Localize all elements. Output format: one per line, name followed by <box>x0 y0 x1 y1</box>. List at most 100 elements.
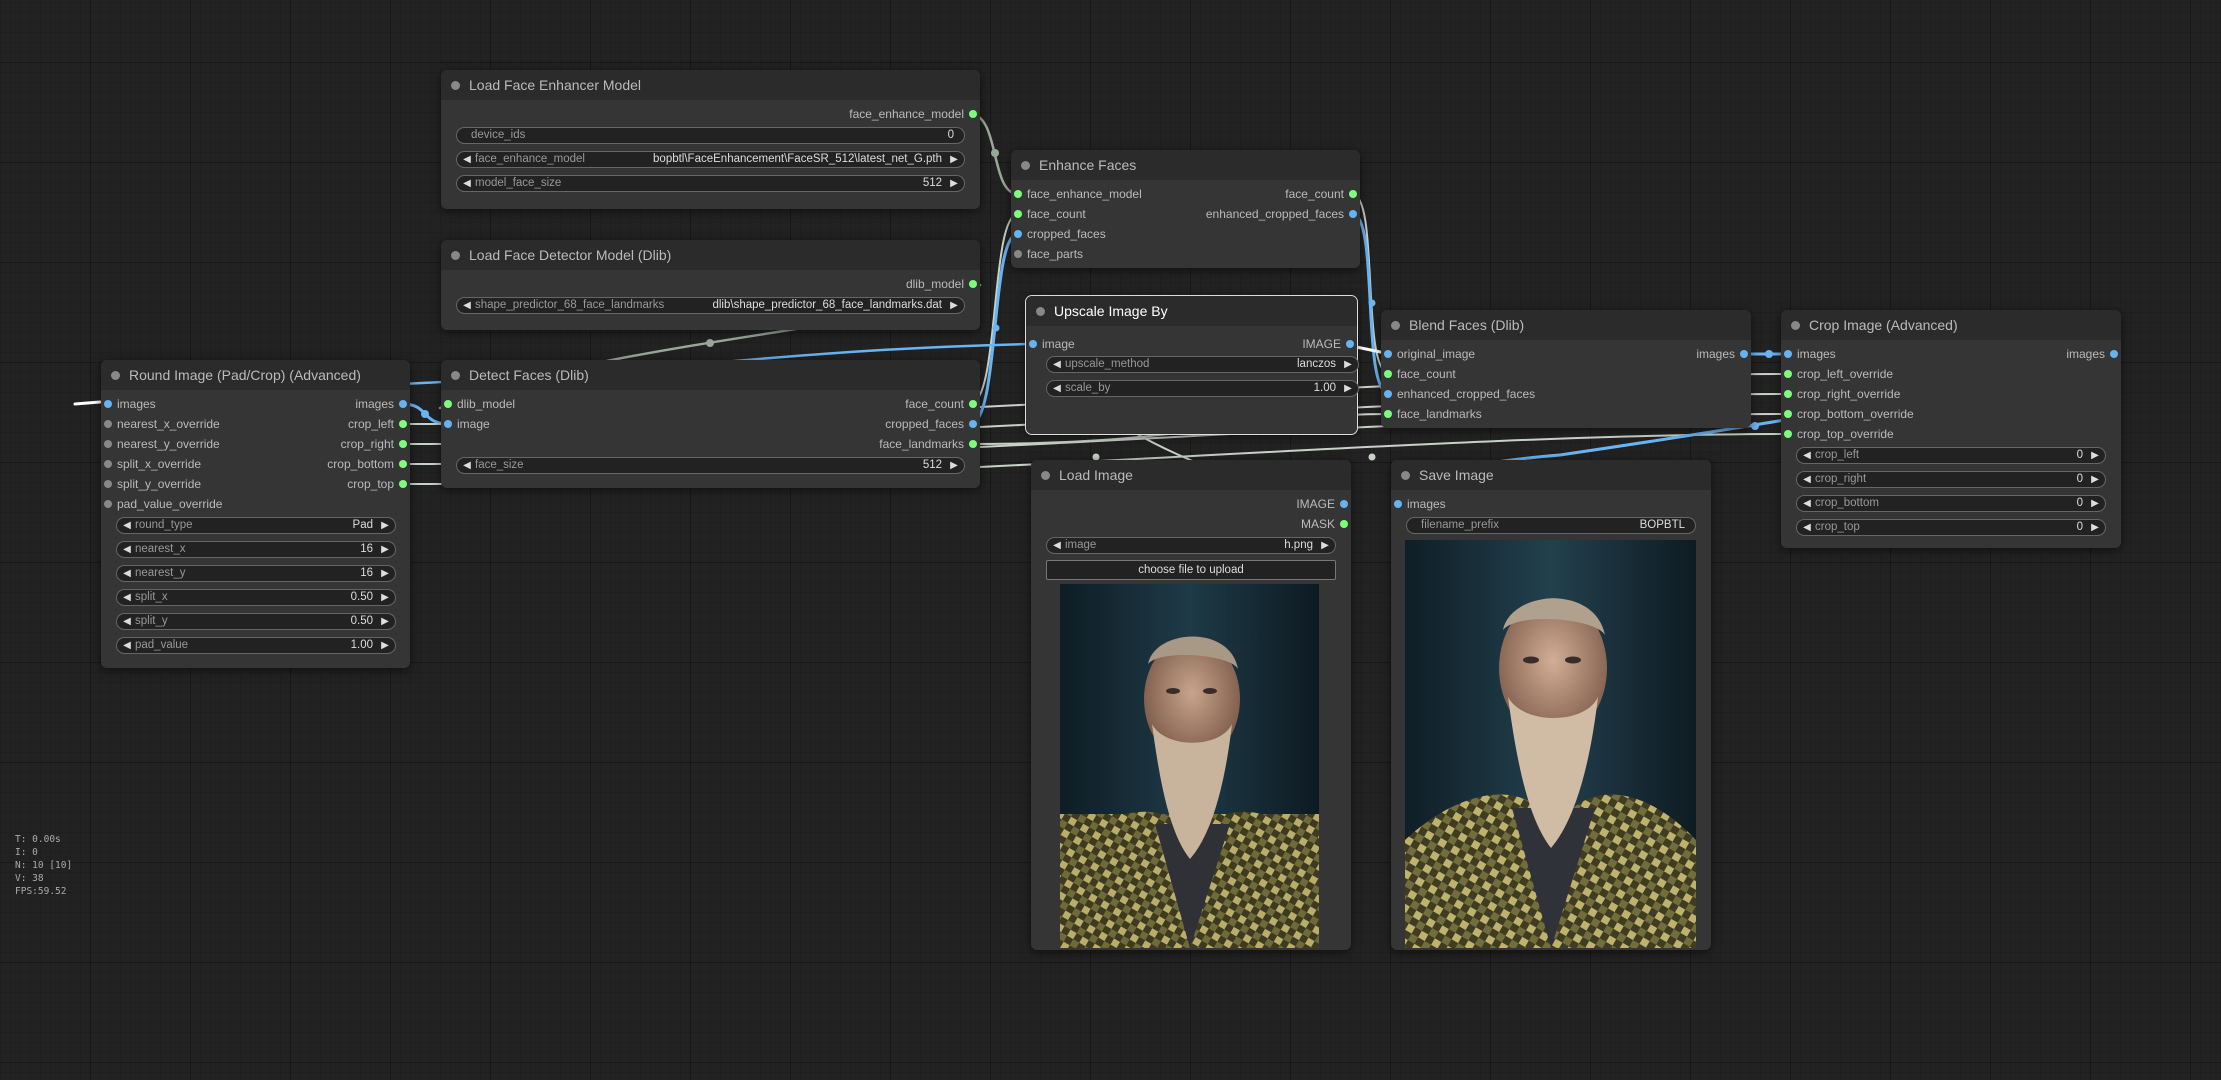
output-face-count[interactable]: face_count <box>905 394 980 414</box>
arrow-right-icon[interactable]: ▶ <box>378 518 392 533</box>
node-load-face-detector[interactable]: Load Face Detector Model (Dlib) dlib_mod… <box>441 240 980 330</box>
slot-dot-icon[interactable] <box>1384 350 1392 358</box>
node-title[interactable]: Upscale Image By <box>1026 296 1357 326</box>
slot-dot-icon[interactable] <box>1784 350 1792 358</box>
input-images[interactable]: images <box>1781 344 1836 364</box>
node-enhance-faces[interactable]: Enhance Faces face_enhance_model face_co… <box>1011 150 1360 268</box>
input-face-count[interactable]: face_count <box>1381 364 1456 384</box>
slot-dot-icon[interactable] <box>1784 430 1792 438</box>
widget-image-select[interactable]: ◀ image h.png ▶ <box>1046 537 1336 554</box>
arrow-right-icon[interactable]: ▶ <box>947 298 961 313</box>
widget-round-type[interactable]: ◀ round_type Pad ▶ <box>116 517 396 534</box>
node-crop-image[interactable]: Crop Image (Advanced) images crop_left_o… <box>1781 310 2121 548</box>
node-round-image[interactable]: Round Image (Pad/Crop) (Advanced) images… <box>101 360 410 668</box>
collapse-dot-icon[interactable] <box>1041 471 1050 480</box>
arrow-right-icon[interactable]: ▶ <box>1341 381 1355 396</box>
output-images[interactable]: images <box>355 394 410 414</box>
node-detect-faces[interactable]: Detect Faces (Dlib) dlib_model image fac… <box>441 360 980 488</box>
arrow-left-icon[interactable]: ◀ <box>1800 448 1814 463</box>
slot-dot-icon[interactable] <box>1349 210 1357 218</box>
slot-dot-icon[interactable] <box>399 400 407 408</box>
input-crop-bottom-override[interactable]: crop_bottom_override <box>1781 404 1914 424</box>
widget-split-x[interactable]: ◀ split_x 0.50 ▶ <box>116 589 396 606</box>
node-title[interactable]: Enhance Faces <box>1011 150 1360 180</box>
input-cropped-faces[interactable]: cropped_faces <box>1011 224 1106 244</box>
arrow-left-icon[interactable]: ◀ <box>460 458 474 473</box>
arrow-right-icon[interactable]: ▶ <box>2088 472 2102 487</box>
slot-dot-icon[interactable] <box>1394 500 1402 508</box>
output-images[interactable]: images <box>2066 344 2121 364</box>
collapse-dot-icon[interactable] <box>1401 471 1410 480</box>
widget-scale-by[interactable]: ◀ scale_by 1.00 ▶ <box>1046 380 1359 397</box>
slot-dot-icon[interactable] <box>1784 390 1792 398</box>
widget-crop-top[interactable]: ◀ crop_top 0 ▶ <box>1796 519 2106 536</box>
slot-dot-icon[interactable] <box>1014 230 1022 238</box>
input-face-enhance-model[interactable]: face_enhance_model <box>1011 184 1142 204</box>
slot-dot-icon[interactable] <box>1346 340 1354 348</box>
arrow-right-icon[interactable]: ▶ <box>1341 357 1355 372</box>
collapse-dot-icon[interactable] <box>451 81 460 90</box>
slot-dot-icon[interactable] <box>104 500 112 508</box>
output-crop-bottom[interactable]: crop_bottom <box>327 454 410 474</box>
arrow-left-icon[interactable]: ◀ <box>120 566 134 581</box>
widget-model-face-size[interactable]: ◀ model_face_size 512 ▶ <box>456 175 965 192</box>
node-blend-faces[interactable]: Blend Faces (Dlib) original_image face_c… <box>1381 310 1751 428</box>
input-crop-top-override[interactable]: crop_top_override <box>1781 424 1894 444</box>
collapse-dot-icon[interactable] <box>1036 307 1045 316</box>
input-nearest-y-override[interactable]: nearest_y_override <box>101 434 220 454</box>
node-title[interactable]: Load Image <box>1031 460 1351 490</box>
arrow-left-icon[interactable]: ◀ <box>120 518 134 533</box>
slot-dot-icon[interactable] <box>969 420 977 428</box>
arrow-right-icon[interactable]: ▶ <box>2088 520 2102 535</box>
slot-dot-icon[interactable] <box>399 420 407 428</box>
input-crop-left-override[interactable]: crop_left_override <box>1781 364 1893 384</box>
widget-crop-bottom[interactable]: ◀ crop_bottom 0 ▶ <box>1796 495 2106 512</box>
slot-dot-icon[interactable] <box>1740 350 1748 358</box>
arrow-left-icon[interactable]: ◀ <box>1800 520 1814 535</box>
slot-dot-icon[interactable] <box>444 400 452 408</box>
output-image[interactable]: IMAGE <box>1302 334 1357 354</box>
input-images[interactable]: images <box>101 394 156 414</box>
arrow-left-icon[interactable]: ◀ <box>460 152 474 167</box>
slot-dot-icon[interactable] <box>1784 410 1792 418</box>
arrow-right-icon[interactable]: ▶ <box>947 152 961 167</box>
widget-face-enhance-model[interactable]: ◀ face_enhance_model bopbtl\FaceEnhancemen… <box>456 151 965 168</box>
slot-dot-icon[interactable] <box>1014 250 1022 258</box>
output-image[interactable]: IMAGE <box>1296 494 1351 514</box>
widget-pad-value[interactable]: ◀ pad_value 1.00 ▶ <box>116 637 396 654</box>
input-crop-right-override[interactable]: crop_right_override <box>1781 384 1900 404</box>
slot-dot-icon[interactable] <box>969 440 977 448</box>
arrow-left-icon[interactable]: ◀ <box>120 542 134 557</box>
arrow-right-icon[interactable]: ▶ <box>2088 496 2102 511</box>
arrow-right-icon[interactable]: ▶ <box>378 566 392 581</box>
input-face-landmarks[interactable]: face_landmarks <box>1381 404 1482 424</box>
slot-dot-icon[interactable] <box>399 480 407 488</box>
node-title[interactable]: Round Image (Pad/Crop) (Advanced) <box>101 360 410 390</box>
arrow-right-icon[interactable]: ▶ <box>378 590 392 605</box>
output-crop-top[interactable]: crop_top <box>347 474 410 494</box>
arrow-right-icon[interactable]: ▶ <box>947 176 961 191</box>
input-enhanced-cropped-faces[interactable]: enhanced_cropped_faces <box>1381 384 1535 404</box>
input-image[interactable]: image <box>441 414 490 434</box>
node-title[interactable]: Detect Faces (Dlib) <box>441 360 980 390</box>
output-dlib-model[interactable]: dlib_model <box>906 274 980 294</box>
collapse-dot-icon[interactable] <box>1791 321 1800 330</box>
output-face-landmarks[interactable]: face_landmarks <box>879 434 980 454</box>
node-save-image[interactable]: Save Image images filename_prefix BOPBTL <box>1391 460 1711 950</box>
arrow-left-icon[interactable]: ◀ <box>1800 472 1814 487</box>
widget-nearest-x[interactable]: ◀ nearest_x 16 ▶ <box>116 541 396 558</box>
node-title[interactable]: Crop Image (Advanced) <box>1781 310 2121 340</box>
widget-face-size[interactable]: ◀ face_size 512 ▶ <box>456 457 965 474</box>
arrow-left-icon[interactable]: ◀ <box>1050 357 1064 372</box>
output-crop-left[interactable]: crop_left <box>348 414 410 434</box>
input-split-y-override[interactable]: split_y_override <box>101 474 201 494</box>
slot-dot-icon[interactable] <box>399 440 407 448</box>
collapse-dot-icon[interactable] <box>1391 321 1400 330</box>
upload-button[interactable]: choose file to upload <box>1046 560 1336 580</box>
input-image[interactable]: image <box>1026 334 1075 354</box>
input-face-count[interactable]: face_count <box>1011 204 1086 224</box>
node-title[interactable]: Load Face Enhancer Model <box>441 70 980 100</box>
arrow-right-icon[interactable]: ▶ <box>378 638 392 653</box>
arrow-right-icon[interactable]: ▶ <box>378 542 392 557</box>
input-face-parts[interactable]: face_parts <box>1011 244 1083 264</box>
